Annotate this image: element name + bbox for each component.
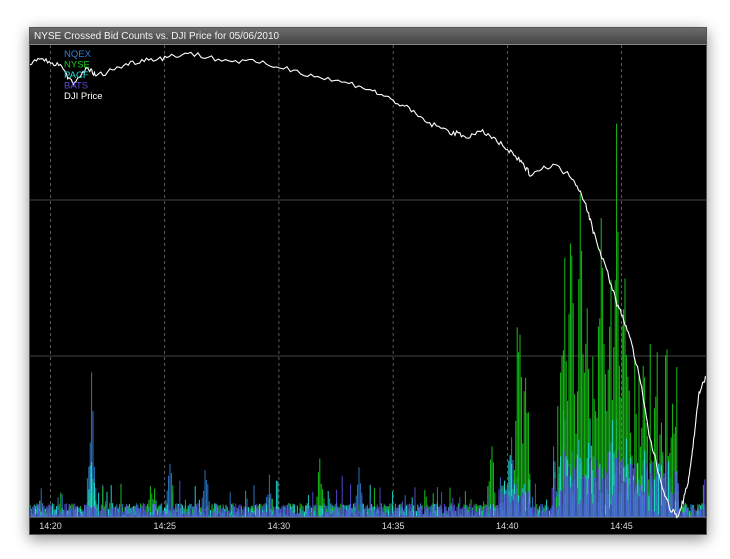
legend-entry-nyse: NYSE [64,60,90,71]
x-tick-label-5: 14:45 [610,521,633,531]
legend-entry-pacf: PACF [64,70,89,81]
legend-entry-dji-price: DJI Price [64,91,103,102]
x-tick-label-3: 14:35 [382,521,405,531]
x-tick-label-1: 14:25 [153,521,176,531]
plot-background [30,45,706,534]
legend-entry-nqex: NQEX [64,49,92,60]
chart-title: NYSE Crossed Bid Counts vs. DJI Price fo… [30,28,706,45]
x-tick-label-2: 14:30 [268,521,291,531]
x-tick-label-0: 14:20 [39,521,62,531]
chart-plot: 14:20 14:25 14:30 14:35 14:40 14:45 NQEXNYSEP… [30,45,706,534]
legend-entry-bats: BATS [64,81,88,92]
x-tick-label-4: 14:40 [496,521,519,531]
chart-window: NYSE Crossed Bid Counts vs. DJI Price fo… [29,27,707,535]
